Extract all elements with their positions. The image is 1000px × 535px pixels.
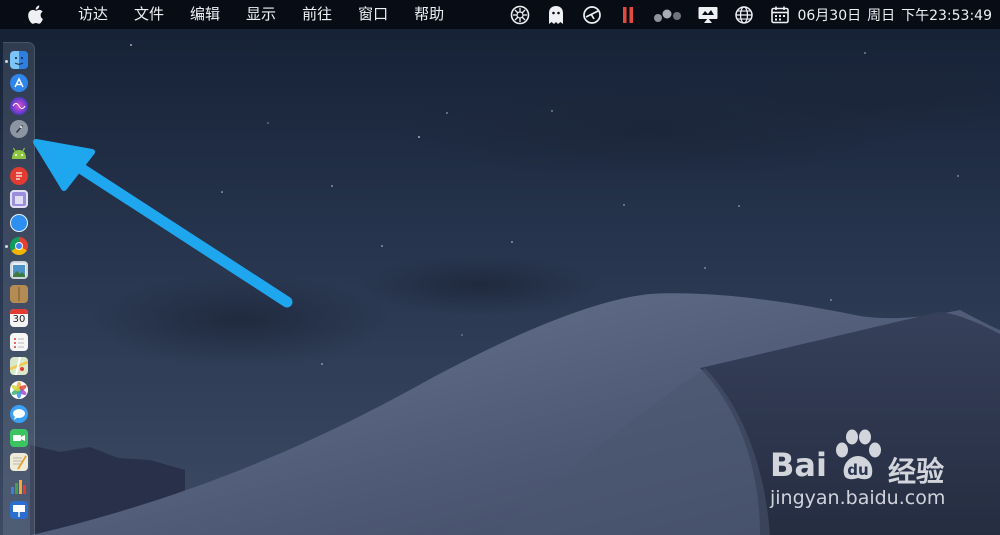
- dock-item-maps[interactable]: [9, 356, 29, 376]
- dock-item-preview[interactable]: [10, 261, 28, 279]
- airdrop-icon[interactable]: [581, 4, 603, 26]
- apple-icon[interactable]: [25, 5, 45, 25]
- menu-file[interactable]: 文件: [121, 0, 177, 29]
- dock-running-indicator: [5, 60, 8, 63]
- chat-bubble-icon: [13, 409, 25, 420]
- video-camera-icon: [13, 435, 25, 441]
- dock-item-chrome[interactable]: [10, 237, 28, 255]
- dock-item-keynote[interactable]: [10, 501, 28, 519]
- dock-item-siri[interactable]: [10, 97, 28, 115]
- dock-item-numbers[interactable]: [10, 477, 28, 495]
- calendar-icon: [769, 4, 791, 26]
- compass-icon: [15, 219, 22, 226]
- menu-edit[interactable]: 编辑: [177, 0, 233, 29]
- dock-item-safari[interactable]: [10, 214, 28, 232]
- dock-running-indicator: [5, 245, 8, 248]
- app-menu: 访达 文件 编辑 显示 前往 窗口 帮助: [65, 0, 457, 29]
- menu-view[interactable]: 显示: [233, 0, 289, 29]
- list-icon: [16, 172, 22, 180]
- dock-item-red-app[interactable]: [10, 167, 28, 185]
- pause-icon[interactable]: [617, 4, 639, 26]
- window-icon: [15, 196, 23, 204]
- dock-item-app-store[interactable]: [10, 74, 28, 92]
- system-monitor-icon[interactable]: [509, 4, 531, 26]
- dock-item-launchpad[interactable]: [10, 120, 28, 138]
- dock-item-facetime[interactable]: [10, 429, 28, 447]
- siri-icon: [12, 103, 26, 109]
- dock: 30: [3, 42, 35, 535]
- pen-icon: [13, 455, 27, 470]
- presentation-icon: [13, 505, 25, 517]
- dock-item-finder[interactable]: [10, 51, 28, 69]
- box-icon: [18, 287, 20, 301]
- baidu-jingyan-watermark: du Bai 经验 jingyan.baidu.com: [770, 426, 980, 516]
- clock-date: 06月30日: [797, 7, 862, 24]
- ghost-icon[interactable]: [545, 4, 567, 26]
- clock-time: 下午23:53:49: [901, 7, 992, 24]
- dock-item-messages[interactable]: [10, 405, 28, 423]
- menu-window[interactable]: 窗口: [345, 0, 401, 29]
- menu-go[interactable]: 前往: [289, 0, 345, 29]
- paw-icon: du: [836, 429, 881, 480]
- display-icon[interactable]: [697, 4, 719, 26]
- photos-icon: [11, 381, 27, 399]
- dock-item-android[interactable]: [10, 144, 28, 162]
- desktop: 访达 文件 编辑 显示 前往 窗口 帮助 06月30日 周日 下午23:53:4…: [0, 0, 1000, 535]
- watermark-brand-right: 经验: [888, 455, 945, 488]
- dock-item-box[interactable]: [10, 285, 28, 303]
- menu-finder[interactable]: 访达: [65, 0, 121, 29]
- dock-item-purple-app[interactable]: [10, 190, 28, 208]
- checklist-icon: [14, 338, 24, 348]
- menu-bar: 访达 文件 编辑 显示 前往 窗口 帮助 06月30日 周日 下午23:53:4…: [0, 0, 1000, 29]
- clock[interactable]: 06月30日 周日 下午23:53:49: [769, 4, 992, 26]
- dock-item-reminders[interactable]: [10, 333, 28, 351]
- watermark-brand-left: Bai: [770, 446, 827, 484]
- bubbles-icon[interactable]: [653, 4, 683, 26]
- dock-item-textedit[interactable]: [10, 453, 28, 471]
- status-area: 06月30日 周日 下午23:53:49: [509, 0, 1000, 29]
- app-store-icon: [14, 77, 24, 88]
- picture-icon: [13, 265, 25, 277]
- menu-help[interactable]: 帮助: [401, 0, 457, 29]
- map-icon: [9, 356, 29, 376]
- finder-icon: [14, 57, 24, 65]
- watermark-url: jingyan.baidu.com: [770, 487, 946, 509]
- dock-item-calendar[interactable]: 30: [10, 309, 28, 327]
- rocket-icon: [16, 125, 23, 133]
- svg-text:du: du: [847, 461, 868, 479]
- globe-icon[interactable]: [733, 4, 755, 26]
- chrome-icon: [15, 242, 23, 250]
- android-icon: [12, 147, 26, 159]
- calendar-day: 30: [12, 314, 26, 325]
- dock-item-photos[interactable]: [10, 381, 28, 399]
- clock-weekday: 周日: [867, 7, 896, 24]
- bar-chart-icon: [11, 480, 26, 494]
